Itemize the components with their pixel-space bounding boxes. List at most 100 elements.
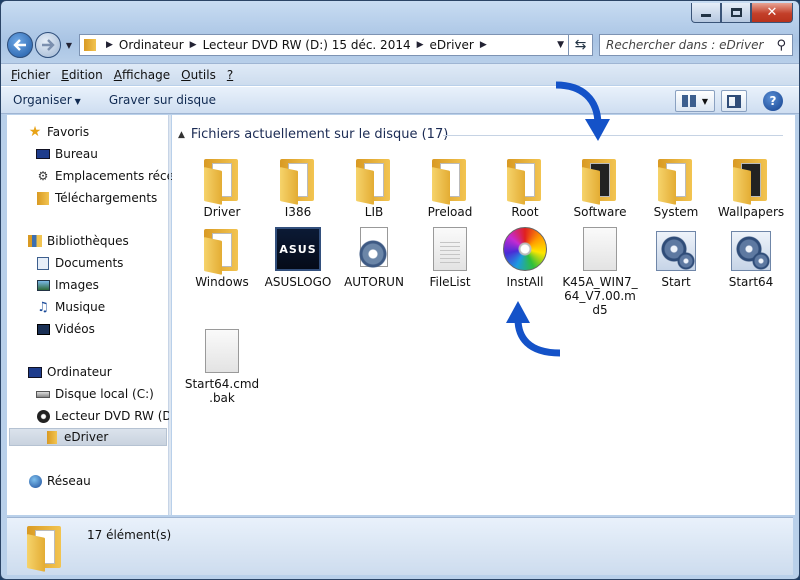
file-item[interactable]: Preload [412,151,488,219]
nav-images[interactable]: Images [35,276,99,294]
asus-logo-text: ASUS [279,242,317,256]
refresh-icon: ⇆ [574,37,587,53]
help-button[interactable]: ? [763,91,783,111]
chevron-right-icon[interactable]: ▶ [190,40,197,50]
file-item-label: Start64 [728,275,774,289]
application-gears-icon [731,231,771,271]
command-bar: Organiser ▼ Graver sur disque ▼ ? [1,86,799,114]
chevron-right-icon[interactable]: ▶ [480,40,487,50]
blank-file-icon [583,227,617,271]
nav-local-disk-label: Disque local (C:) [55,387,154,401]
nav-desktop-label: Bureau [55,147,98,161]
file-item[interactable]: K45A_WIN7_64_V7.00.md5 [562,221,638,317]
search-input[interactable]: Rechercher dans : eDriver ⚲ [599,34,793,56]
file-item[interactable]: Driver [184,151,260,219]
network-icon [27,474,43,488]
nav-network[interactable]: Réseau [27,472,91,490]
chevron-down-icon[interactable]: ▼ [557,40,564,50]
minimize-button[interactable] [691,3,721,23]
file-item-label: Preload [427,205,473,219]
file-item[interactable]: InstAll [487,221,563,289]
nav-favorites[interactable]: ★ Favoris [27,123,89,141]
chevron-right-icon[interactable]: ▶ [417,40,424,50]
file-item-label: InstAll [506,275,544,289]
nav-videos[interactable]: Vidéos [35,320,95,338]
breadcrumb-edriver[interactable]: eDriver [430,38,474,52]
desktop-icon [35,147,51,161]
nav-videos-label: Vidéos [55,322,95,336]
refresh-button[interactable]: ⇆ [569,34,593,56]
preview-pane-button[interactable] [721,90,747,112]
file-item[interactable]: ASUS ASUSLOGO [260,221,336,289]
pane-splitter[interactable] [169,115,171,515]
file-item[interactable]: I386 [260,151,336,219]
chevron-down-icon: ▼ [74,97,81,106]
menu-file[interactable]: Fichier [11,68,50,82]
change-view-button[interactable]: ▼ [675,90,715,112]
burn-button[interactable]: Graver sur disque [109,93,216,107]
folder-icon [580,157,620,205]
preview-pane-icon [727,94,741,108]
menu-bar: Fichier Edition Affichage Outils ? [1,63,799,85]
collapse-triangle-icon: ▲ [178,129,185,140]
history-dropdown[interactable]: ▼ [63,41,75,50]
breadcrumb-dvd[interactable]: Lecteur DVD RW (D:) 15 déc. 2014 [203,38,411,52]
maximize-button[interactable] [721,3,751,23]
file-item-label: Software [573,205,627,219]
menu-edit[interactable]: Edition [61,68,103,82]
nav-computer[interactable]: Ordinateur [27,363,112,381]
nav-dvd-drive[interactable]: Lecteur DVD RW (D:) [35,407,180,425]
chevron-right-icon: ▶ [106,40,113,50]
annotation-arrow-up-icon [506,301,561,357]
nav-desktop[interactable]: Bureau [35,145,98,163]
file-item[interactable]: Windows [184,221,260,289]
item-count: 17 élément(s) [87,528,172,542]
close-button[interactable]: ✕ [751,3,793,23]
file-item[interactable]: LIB [336,151,412,219]
file-item[interactable]: AUTORUN [336,221,412,289]
file-item-label: Driver [203,205,241,219]
address-bar[interactable]: ▶ Ordinateur ▶ Lecteur DVD RW (D:) 15 dé… [79,34,569,56]
nav-documents[interactable]: Documents [35,254,123,272]
nav-local-disk[interactable]: Disque local (C:) [35,385,154,403]
file-item[interactable]: Start64 [713,221,789,289]
folder-icon [44,430,60,444]
nav-edriver[interactable]: eDriver [9,428,167,446]
file-item-label: Start64.cmd.bak [184,377,260,405]
file-item[interactable]: Root [487,151,563,219]
file-item-label: FileList [429,275,471,289]
group-header[interactable]: ▲ Fichiers actuellement sur le disque (1… [178,127,448,142]
minimize-icon [701,14,711,17]
caption-buttons: ✕ [691,3,793,23]
search-icon[interactable]: ⚲ [776,38,786,53]
file-item[interactable]: FileList [412,221,488,289]
nav-downloads[interactable]: Téléchargements [35,189,157,207]
application-gears-icon [656,231,696,271]
file-item-label: ASUSLOGO [264,275,332,289]
file-item[interactable]: Start [638,221,714,289]
view-icon [681,95,696,107]
nav-edriver-label: eDriver [64,430,109,444]
nav-libraries[interactable]: Bibliothèques [27,232,129,250]
forward-button[interactable] [35,32,61,58]
menu-tools[interactable]: Outils [181,68,216,82]
chevron-down-icon[interactable]: ▼ [702,97,708,106]
folder-icon [25,524,65,572]
menu-view[interactable]: Affichage [114,68,170,82]
folder-icon [354,157,394,205]
annotation-arrow-down-icon [555,81,610,141]
videos-icon [35,322,51,336]
organize-button[interactable]: Organiser ▼ [13,93,81,107]
file-item[interactable]: Software [562,151,638,219]
nav-downloads-label: Téléchargements [55,191,158,205]
breadcrumb-computer[interactable]: Ordinateur [119,38,184,52]
details-pane: 17 élément(s) [7,517,793,575]
file-item[interactable]: System [638,151,714,219]
back-button[interactable] [7,32,33,58]
folder-icon [278,157,318,205]
nav-music[interactable]: ♫ Musique [35,298,105,316]
folder-icon [84,39,96,51]
file-item[interactable]: Start64.cmd.bak [184,323,260,405]
file-item[interactable]: Wallpapers [713,151,789,219]
menu-help[interactable]: ? [227,68,233,82]
